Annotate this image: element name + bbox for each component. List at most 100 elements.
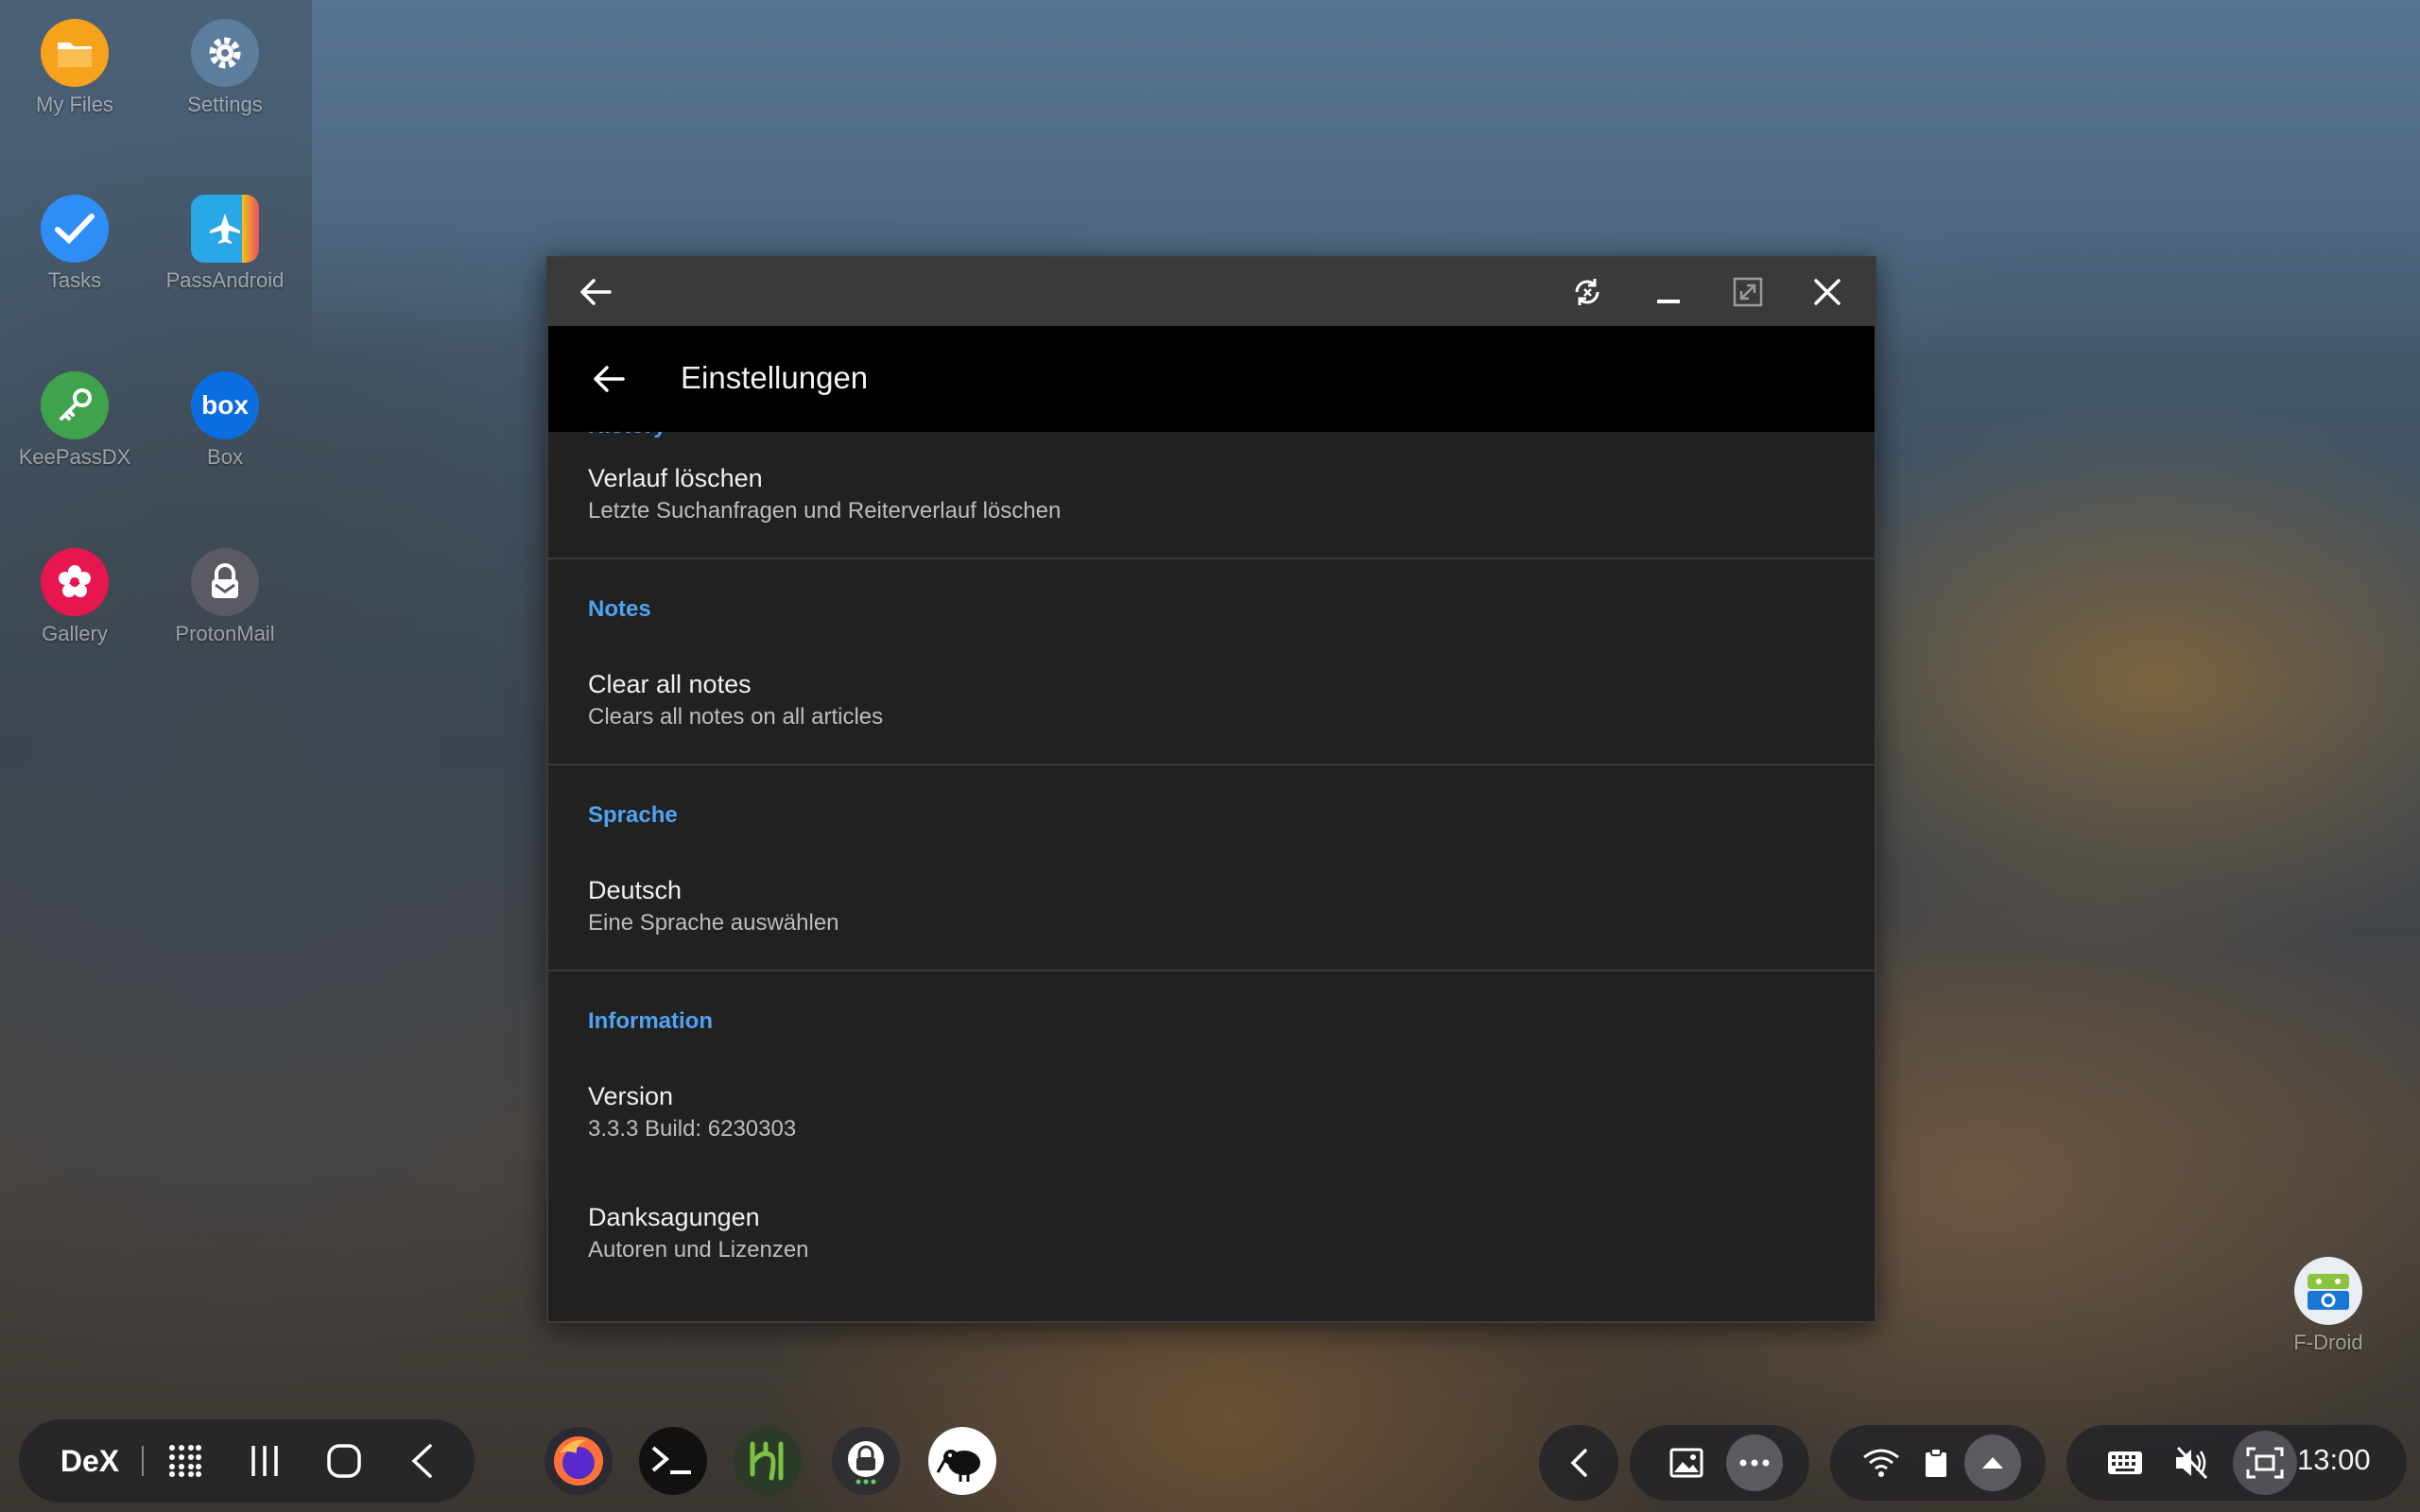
chevron-left-icon	[411, 1444, 432, 1478]
triangle-up-icon	[1982, 1457, 2003, 1469]
wifi-icon	[1863, 1449, 1899, 1477]
desktop-icon-my-files[interactable]: My Files	[4, 19, 146, 117]
screen-capture-icon	[2246, 1447, 2284, 1479]
desktop-icon-settings[interactable]: Settings	[154, 19, 296, 117]
minimize-button[interactable]	[1646, 269, 1691, 315]
kiwix-icon	[936, 1450, 980, 1482]
lock-icon	[191, 548, 259, 616]
setting-summary: Clears all notes on all articles	[588, 704, 884, 730]
terminal-icon	[651, 1446, 691, 1474]
keyboard-button[interactable]	[2099, 1436, 2152, 1489]
divider	[548, 558, 1875, 559]
toolbar-back-button[interactable]	[586, 356, 631, 402]
setting-language[interactable]: Deutsch Eine Sprache auswählen	[548, 844, 1875, 970]
desktop-icon-label: My Files	[36, 93, 113, 116]
desktop-icon-label: Settings	[187, 93, 263, 116]
desktop-icon-tasks[interactable]: Tasks	[4, 195, 146, 293]
setting-credits[interactable]: Danksagungen Autoren und Lizenzen	[548, 1171, 1875, 1292]
setting-summary: Eine Sprache auswählen	[588, 910, 839, 936]
divider	[548, 970, 1875, 971]
proton-chat-icon	[848, 1441, 884, 1485]
divider	[142, 1446, 144, 1476]
desktop-icon-label: KeePassDX	[18, 445, 131, 469]
desktop-icon-fdroid[interactable]: F-Droid	[2257, 1257, 2399, 1355]
setting-summary: 3.3.3 Build: 6230303	[588, 1116, 797, 1142]
desktop-icon-label: F-Droid	[2293, 1331, 2363, 1354]
setting-clear-notes[interactable]: Clear all notes Clears all notes on all …	[548, 638, 1875, 764]
dex-label: DeX	[60, 1443, 120, 1478]
wifi-status[interactable]	[1855, 1436, 1908, 1489]
maximize-button[interactable]	[1725, 269, 1771, 315]
app-drawer-button[interactable]	[159, 1435, 212, 1487]
section-header-language: Sprache	[588, 802, 678, 828]
titlebar-back-button[interactable]	[573, 269, 618, 315]
rotate-icon	[1575, 279, 1599, 305]
firefox-icon	[554, 1436, 603, 1486]
chevron-left-icon	[1570, 1449, 1587, 1477]
desktop-icon-passandroid[interactable]: PassAndroid	[154, 195, 296, 293]
arrow-left-icon	[580, 279, 612, 305]
setting-version[interactable]: Version 3.3.3 Build: 6230303	[548, 1050, 1875, 1171]
desktop-icon-keepassdx[interactable]: KeePassDX	[4, 371, 146, 470]
recents-icon	[251, 1446, 278, 1476]
desktop-icon-box[interactable]: box Box	[154, 371, 296, 470]
mute-button[interactable]	[2165, 1436, 2218, 1489]
page-title: Einstellungen	[681, 360, 869, 395]
setting-title: Danksagungen	[588, 1203, 760, 1231]
dock-app-kiwix[interactable]	[928, 1427, 996, 1495]
screenshot-gallery-button[interactable]	[1660, 1436, 1713, 1489]
setting-title: Deutsch	[588, 876, 683, 904]
setting-title: Verlauf löschen	[588, 464, 763, 492]
dock-app-proton-chat[interactable]	[832, 1427, 900, 1495]
desktop-icon-label: PassAndroid	[165, 268, 285, 292]
app-toolbar: Einstellungen	[548, 326, 1875, 432]
more-dots-icon	[1739, 1459, 1770, 1467]
clipboard-status[interactable]	[1910, 1436, 1962, 1489]
window-titlebar[interactable]	[548, 258, 1875, 326]
checkmark-icon	[41, 195, 109, 263]
desktop-icon-label: Box	[207, 445, 243, 469]
settings-list[interactable]: History Verlauf löschen Letzte Suchanfra…	[548, 432, 1875, 1321]
desktop-icon-label: Tasks	[47, 268, 102, 292]
home-button[interactable]	[318, 1435, 371, 1487]
setting-title: Clear all notes	[588, 670, 752, 698]
home-icon	[327, 1444, 361, 1478]
rotate-button[interactable]	[1564, 269, 1610, 315]
gear-icon	[191, 19, 259, 87]
keyboard-icon	[2108, 1452, 2142, 1474]
desktop-icon-gallery[interactable]: Gallery	[4, 548, 146, 646]
dex-button[interactable]: DeX	[47, 1427, 132, 1495]
close-icon	[1814, 279, 1841, 305]
airplane-ticket-icon	[191, 195, 259, 263]
recents-button[interactable]	[238, 1435, 291, 1487]
back-button[interactable]	[395, 1435, 448, 1487]
volume-muted-icon	[2176, 1446, 2208, 1480]
setting-summary: Autoren und Lizenzen	[588, 1237, 809, 1263]
arrow-left-icon	[594, 366, 625, 392]
setting-title: Version	[588, 1082, 674, 1110]
flower-icon	[41, 548, 109, 616]
clipboard-icon	[1926, 1448, 1946, 1477]
dock-app-tasker[interactable]	[734, 1427, 802, 1495]
section-header-notes: Notes	[588, 596, 651, 622]
nav-back-button[interactable]	[1552, 1436, 1605, 1489]
key-icon	[41, 371, 109, 439]
section-header-information: Information	[588, 1008, 713, 1034]
image-icon	[1669, 1448, 1703, 1478]
minimize-icon	[1657, 300, 1680, 303]
more-options-button[interactable]	[1726, 1435, 1783, 1491]
screen-capture-button[interactable]	[2233, 1431, 2297, 1495]
settings-window: Einstellungen History Verlauf löschen Le…	[546, 256, 1876, 1323]
grid-icon	[169, 1445, 201, 1477]
clock: 13:00	[2297, 1443, 2371, 1476]
close-button[interactable]	[1805, 269, 1850, 315]
dock-app-terminal[interactable]	[639, 1427, 707, 1495]
box-logo-icon: box	[191, 371, 259, 439]
expand-notifications-button[interactable]	[1964, 1435, 2021, 1491]
folder-icon	[41, 19, 109, 87]
desktop-icon-label: Gallery	[42, 622, 108, 645]
maximize-icon	[1733, 277, 1763, 307]
dock-app-firefox[interactable]	[544, 1427, 613, 1495]
desktop-icon-protonmail[interactable]: ProtonMail	[154, 548, 296, 646]
setting-clear-history[interactable]: Verlauf löschen Letzte Suchanfragen und …	[548, 432, 1875, 558]
